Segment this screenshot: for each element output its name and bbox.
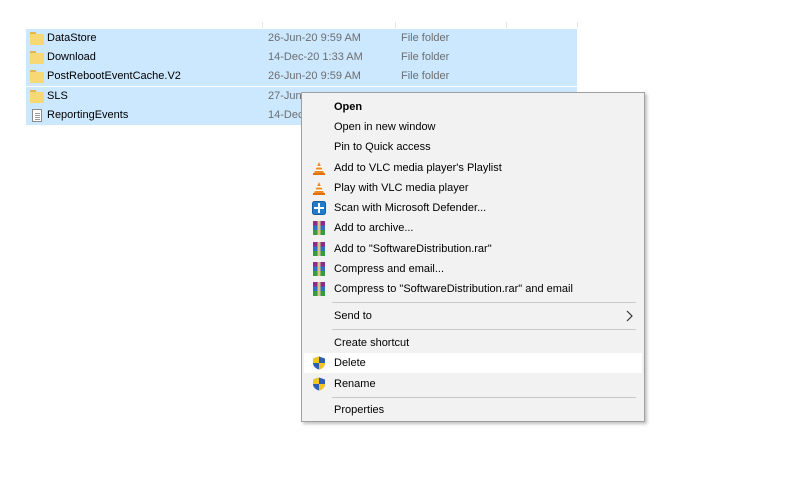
- menu-item-label: Rename: [334, 378, 376, 390]
- menu-item-label: Open: [334, 101, 363, 113]
- file-date-modified: 14-Dec: [268, 109, 304, 121]
- menu-item-add-archive[interactable]: Add to archive...: [304, 218, 642, 238]
- file-date-modified: 26-Jun-20 9:59 AM: [268, 32, 361, 44]
- column-separator[interactable]: [262, 22, 263, 28]
- menu-separator: [332, 397, 636, 398]
- vlc-cone-icon: [312, 181, 326, 195]
- menu-separator: [332, 302, 636, 303]
- uac-shield-icon: [312, 377, 326, 391]
- file-date-modified: 14-Dec-20 1:33 AM: [268, 51, 363, 63]
- menu-item-send-to[interactable]: Send to: [304, 306, 642, 326]
- column-separator[interactable]: [577, 22, 578, 28]
- vlc-cone-icon: [312, 161, 326, 175]
- file-date-modified: 27-Jun: [268, 90, 302, 102]
- menu-item-label: Compress to "SoftwareDistribution.rar" a…: [334, 283, 573, 295]
- folder-icon: [30, 32, 44, 45]
- file-row-download[interactable]: Download 14-Dec-20 1:33 AM File folder: [26, 48, 577, 67]
- menu-item-open-new-window[interactable]: Open in new window: [304, 117, 642, 137]
- menu-item-label: Add to archive...: [334, 222, 414, 234]
- menu-item-label: Send to: [334, 310, 372, 322]
- menu-item-compress-rar-email[interactable]: Compress to "SoftwareDistribution.rar" a…: [304, 279, 642, 299]
- file-row-datastore[interactable]: DataStore 26-Jun-20 9:59 AM File folder: [26, 29, 577, 48]
- folder-icon: [30, 51, 44, 64]
- file-date-modified: 26-Jun-20 9:59 AM: [268, 70, 361, 82]
- uac-shield-icon: [312, 356, 326, 370]
- menu-item-pin-quick-access[interactable]: Pin to Quick access: [304, 137, 642, 157]
- folder-icon: [30, 70, 44, 83]
- file-row-postrebooteventcache[interactable]: PostRebootEventCache.V2 26-Jun-20 9:59 A…: [26, 67, 577, 86]
- folder-icon: [30, 90, 44, 103]
- menu-item-label: Pin to Quick access: [334, 141, 431, 153]
- file-name: Download: [47, 51, 96, 63]
- winrar-icon: [312, 262, 326, 276]
- winrar-icon: [312, 242, 326, 256]
- menu-item-label: Compress and email...: [334, 263, 445, 275]
- menu-item-label: Add to VLC media player's Playlist: [334, 162, 502, 174]
- defender-shield-icon: [312, 201, 326, 215]
- context-menu: Open Open in new window Pin to Quick acc…: [301, 92, 645, 422]
- menu-item-delete[interactable]: Delete: [304, 353, 642, 373]
- menu-item-create-shortcut[interactable]: Create shortcut: [304, 333, 642, 353]
- menu-item-label: Properties: [334, 404, 385, 416]
- menu-item-properties[interactable]: Properties: [304, 400, 642, 420]
- file-name: SLS: [47, 90, 68, 102]
- menu-item-label: Play with VLC media player: [334, 182, 469, 194]
- menu-item-rename[interactable]: Rename: [304, 374, 642, 394]
- file-explorer-view: DataStore 26-Jun-20 9:59 AM File folder …: [0, 0, 800, 500]
- file-type: File folder: [401, 32, 450, 44]
- menu-item-label: Create shortcut: [334, 337, 410, 349]
- menu-separator: [332, 329, 636, 330]
- winrar-icon: [312, 221, 326, 235]
- file-name: ReportingEvents: [47, 109, 129, 121]
- menu-item-compress-email[interactable]: Compress and email...: [304, 259, 642, 279]
- winrar-icon: [312, 282, 326, 296]
- chevron-right-icon: [624, 309, 634, 323]
- menu-item-vlc-play[interactable]: Play with VLC media player: [304, 178, 642, 198]
- menu-item-label: Delete: [334, 357, 366, 369]
- menu-item-open[interactable]: Open: [304, 97, 642, 117]
- menu-item-label: Scan with Microsoft Defender...: [334, 202, 487, 214]
- menu-item-scan-defender[interactable]: Scan with Microsoft Defender...: [304, 198, 642, 218]
- file-name: DataStore: [47, 32, 97, 44]
- file-type: File folder: [401, 70, 450, 82]
- menu-item-label: Add to "SoftwareDistribution.rar": [334, 243, 492, 255]
- menu-item-vlc-add-playlist[interactable]: Add to VLC media player's Playlist: [304, 158, 642, 178]
- menu-item-add-rar[interactable]: Add to "SoftwareDistribution.rar": [304, 239, 642, 259]
- column-separator[interactable]: [395, 22, 396, 28]
- document-icon: [30, 109, 44, 122]
- file-name: PostRebootEventCache.V2: [47, 70, 181, 82]
- menu-item-label: Open in new window: [334, 121, 436, 133]
- file-type: File folder: [401, 51, 450, 63]
- column-separator[interactable]: [506, 22, 507, 28]
